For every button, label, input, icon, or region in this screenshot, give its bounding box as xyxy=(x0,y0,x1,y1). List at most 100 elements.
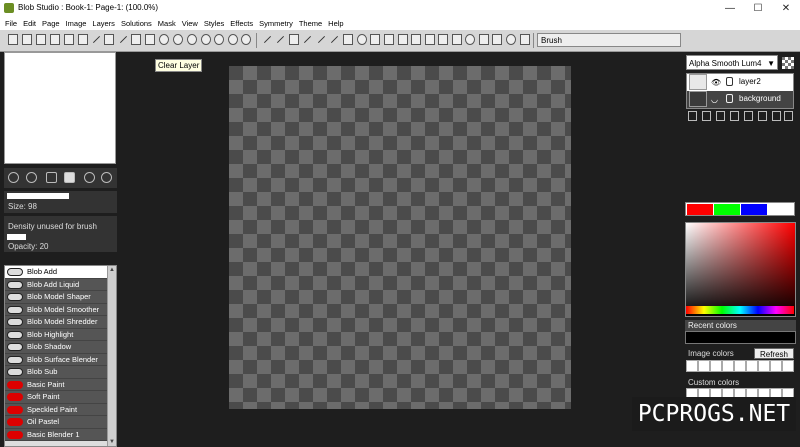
layer-row[interactable]: 👁 layer2 xyxy=(687,74,793,91)
scroll-up-icon[interactable]: ▲ xyxy=(108,266,116,274)
text-tool-icon[interactable] xyxy=(411,34,421,45)
menu-edit[interactable]: Edit xyxy=(20,17,39,30)
swatch-white[interactable] xyxy=(768,204,794,215)
brush-item[interactable]: Blob Add xyxy=(5,266,109,279)
copy-icon[interactable] xyxy=(131,34,141,45)
size-bar[interactable] xyxy=(7,193,69,199)
transparency-icon[interactable] xyxy=(782,57,794,69)
brush-shape-icon[interactable] xyxy=(84,172,95,183)
brush-page-icon[interactable] xyxy=(64,172,75,183)
menu-theme[interactable]: Theme xyxy=(296,17,325,30)
swatch-green[interactable] xyxy=(714,204,740,215)
line-tool-icon[interactable] xyxy=(316,34,326,45)
color-cell[interactable] xyxy=(782,360,794,372)
menu-styles[interactable]: Styles xyxy=(201,17,227,30)
crop-icon[interactable] xyxy=(289,34,299,45)
trash-icon[interactable] xyxy=(744,111,753,121)
brush-item[interactable]: Blob Add Liquid xyxy=(5,278,109,291)
menu-view[interactable]: View xyxy=(179,17,201,30)
page-icon[interactable] xyxy=(104,34,114,45)
recent-colors-box[interactable] xyxy=(685,331,796,344)
refresh-button[interactable]: Refresh xyxy=(754,348,794,359)
cut-icon[interactable] xyxy=(118,34,128,45)
brush-icon[interactable] xyxy=(91,34,101,45)
minimize-button[interactable]: — xyxy=(716,0,744,17)
paste-icon[interactable] xyxy=(145,34,155,45)
eye-closed-icon[interactable]: ◡ xyxy=(711,95,718,104)
rectangle-icon[interactable] xyxy=(343,34,353,45)
zoom-fit-icon[interactable] xyxy=(241,34,251,45)
brush-item[interactable]: Basic Blender 1 xyxy=(5,428,109,441)
color-picker[interactable] xyxy=(685,222,796,317)
brush-item[interactable]: Soft Paint xyxy=(5,391,109,404)
color-cell[interactable] xyxy=(770,360,782,372)
color-cell[interactable] xyxy=(686,360,698,372)
brush-item[interactable]: Blob Surface Blender xyxy=(5,353,109,366)
brush-list-scrollbar[interactable]: ▲ ▼ xyxy=(107,266,116,446)
scroll-down-icon[interactable]: ▼ xyxy=(108,438,116,446)
camera-icon[interactable] xyxy=(492,34,502,45)
image-icon[interactable] xyxy=(425,34,435,45)
menu-image[interactable]: Image xyxy=(63,17,90,30)
menu-layers[interactable]: Layers xyxy=(89,17,118,30)
redo-icon[interactable] xyxy=(173,34,183,45)
smudge-icon[interactable] xyxy=(438,34,448,45)
size-slider[interactable]: Size: 98 xyxy=(4,191,117,213)
ellipse-icon[interactable] xyxy=(357,34,367,45)
blend-mode-select[interactable]: Alpha Smooth Lum4 ▼ xyxy=(686,55,778,70)
stamp-icon[interactable] xyxy=(465,34,475,45)
brush-refresh-icon[interactable] xyxy=(26,172,37,183)
menu-file[interactable]: File xyxy=(2,17,20,30)
brush-item[interactable]: Blob Shadow xyxy=(5,341,109,354)
brush-item[interactable]: Blob Highlight xyxy=(5,328,109,341)
swatch-blue[interactable] xyxy=(741,204,767,215)
menu-page[interactable]: Page xyxy=(39,17,63,30)
brush-item[interactable]: Basic Paint xyxy=(5,378,109,391)
layer-order-icon[interactable] xyxy=(772,111,781,121)
rotate-left-icon[interactable] xyxy=(187,34,197,45)
delete-layer-icon[interactable] xyxy=(730,111,739,121)
canvas[interactable] xyxy=(229,66,571,409)
blur-icon[interactable] xyxy=(452,34,462,45)
brush-settings-icon[interactable] xyxy=(8,172,19,183)
opacity-bar[interactable] xyxy=(7,234,26,240)
move-icon[interactable] xyxy=(302,34,312,45)
zoom-out-icon[interactable] xyxy=(228,34,238,45)
fill-bucket-icon[interactable] xyxy=(370,34,380,45)
menu-mask[interactable]: Mask xyxy=(155,17,179,30)
menu-effects[interactable]: Effects xyxy=(227,17,256,30)
document-icon[interactable] xyxy=(78,34,88,45)
brush-item[interactable]: Blob Model Shaper xyxy=(5,291,109,304)
brush-gear-icon[interactable] xyxy=(101,172,112,183)
color-cell[interactable] xyxy=(698,360,710,372)
gradient-icon[interactable] xyxy=(398,34,408,45)
pencil-icon[interactable] xyxy=(262,34,272,45)
open-icon[interactable] xyxy=(36,34,46,45)
hue-slider[interactable] xyxy=(686,306,794,314)
lock-icon[interactable] xyxy=(726,77,733,86)
brush-item[interactable]: Oil Pastel xyxy=(5,416,109,429)
clone-icon[interactable] xyxy=(479,34,489,45)
brush-item[interactable]: Blob Sub xyxy=(5,366,109,379)
magic-wand-icon[interactable] xyxy=(329,34,339,45)
menu-solutions[interactable]: Solutions xyxy=(118,17,155,30)
maximize-button[interactable]: ☐ xyxy=(744,0,772,17)
save-icon[interactable] xyxy=(8,34,18,45)
brush-item[interactable]: Blob Model Smoother xyxy=(5,303,109,316)
add-layer-icon[interactable] xyxy=(688,111,697,121)
eyedropper-icon[interactable] xyxy=(275,34,285,45)
color-cell[interactable] xyxy=(710,360,722,372)
eye-icon[interactable]: 👁 xyxy=(711,78,721,87)
hand-icon[interactable] xyxy=(506,34,516,45)
save-as-icon[interactable] xyxy=(22,34,32,45)
merge-layer-icon[interactable] xyxy=(758,111,767,121)
new-page-icon[interactable] xyxy=(716,111,725,121)
settings-icon[interactable] xyxy=(520,34,530,45)
color-cell[interactable] xyxy=(734,360,746,372)
undo-icon[interactable] xyxy=(159,34,169,45)
brush-item[interactable]: Speckled Paint xyxy=(5,403,109,416)
brush-item[interactable]: Blob Model Shredder xyxy=(5,316,109,329)
layer-properties-icon[interactable] xyxy=(784,111,793,121)
lock-icon[interactable] xyxy=(726,94,733,103)
color-cell[interactable] xyxy=(722,360,734,372)
